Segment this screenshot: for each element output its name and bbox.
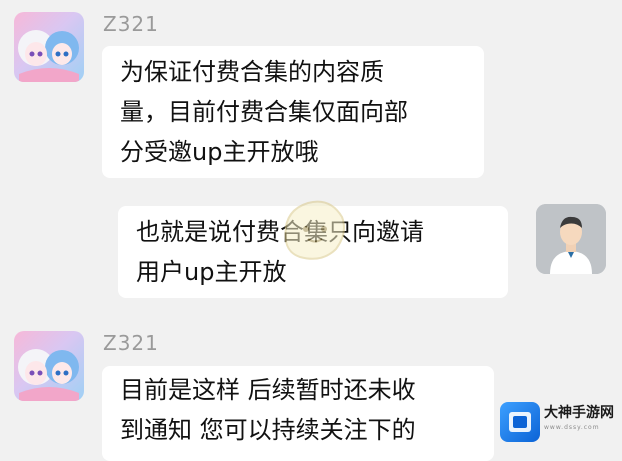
contact-avatar[interactable] (14, 12, 84, 82)
message-bubble[interactable]: 为保证付费合集的内容质 量，目前付费合集仅面向部 分受邀up主开放哦 (102, 46, 484, 178)
user-avatar[interactable] (536, 204, 606, 274)
message-line: 分受邀up主开放哦 (120, 138, 319, 166)
message-bubble[interactable]: 目前是这样 后续暂时还未收 到通知 您可以持续关注下的 (102, 366, 494, 461)
anime-avatar-icon (18, 349, 79, 401)
brand-logo-icon (500, 402, 540, 442)
brand-name: 大神手游网 (544, 405, 614, 421)
message-line: 为保证付费合集的内容质 (120, 58, 384, 86)
sender-name: Z321 (103, 331, 159, 355)
message-line: 目前是这样 后续暂时还未收 (120, 376, 416, 404)
contact-avatar[interactable] (14, 331, 84, 401)
brand-url: www.dssy.com (544, 424, 600, 431)
sender-name: Z321 (103, 12, 159, 36)
brand-watermark: 大神手游网 www.dssy.com (500, 398, 618, 444)
anime-avatar-icon (18, 30, 79, 82)
user-avatar-icon (536, 204, 606, 274)
watermark-mascot-icon (284, 200, 345, 260)
message-line: 量，目前付费合集仅面向部 (120, 98, 408, 126)
message-line: 到通知 您可以持续关注下的 (120, 416, 416, 444)
